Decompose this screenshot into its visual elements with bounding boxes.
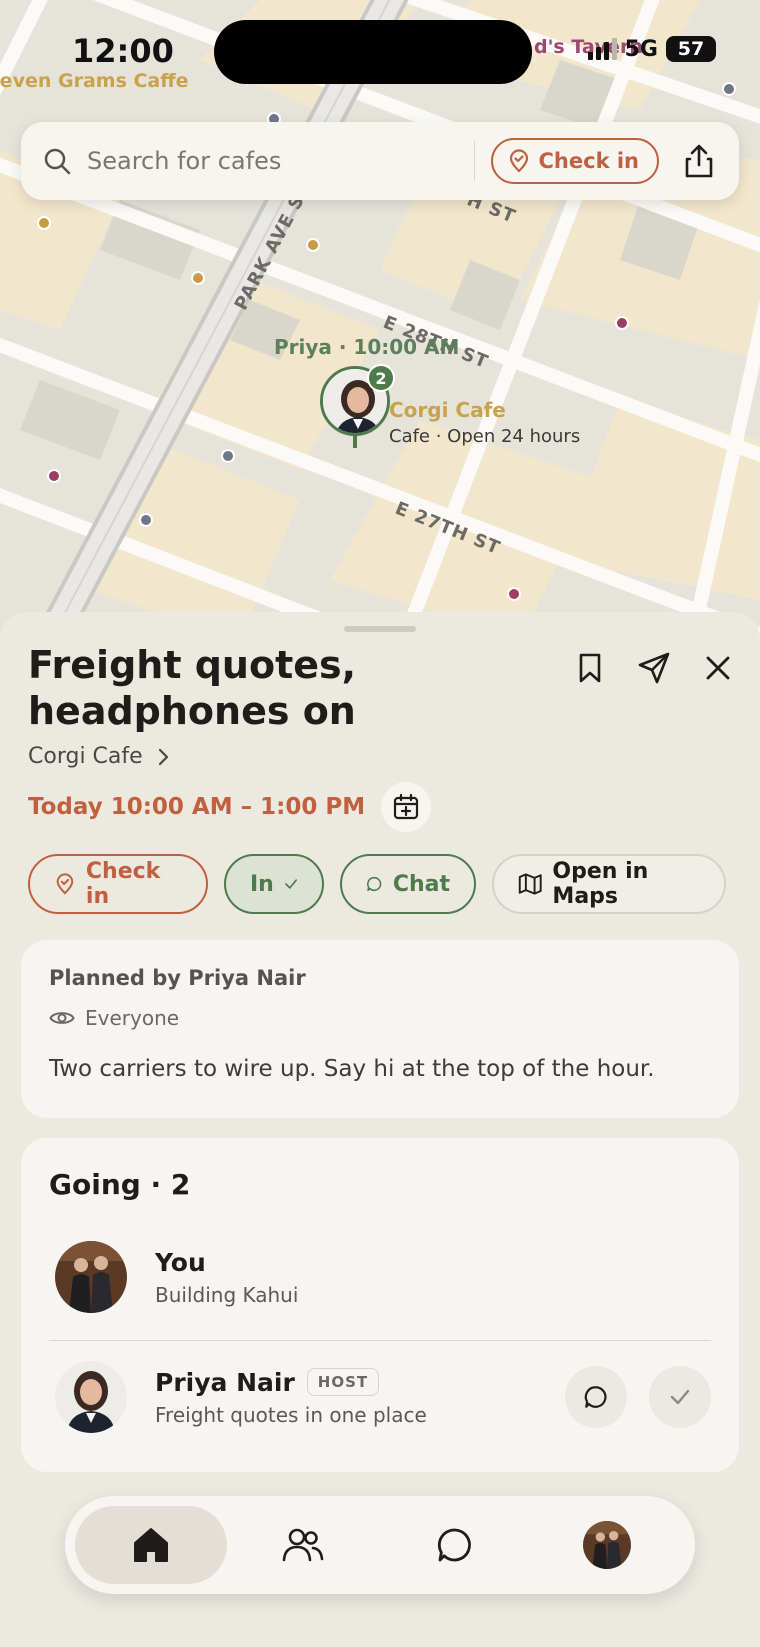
open-in-maps-button[interactable]: Open in Maps: [492, 854, 726, 914]
map-poi-dot[interactable]: [306, 238, 320, 252]
status-indicators: 5G 57: [587, 36, 716, 62]
map-poi-dot[interactable]: [191, 271, 205, 285]
event-time: Today 10:00 AM – 1:00 PM: [28, 794, 366, 820]
dynamic-island: [214, 20, 532, 84]
close-button[interactable]: [696, 646, 740, 690]
map-poi-dot[interactable]: [507, 587, 521, 601]
row-divider: [49, 1340, 711, 1341]
bookmark-icon: [579, 653, 601, 683]
host-badge: HOST: [306, 1368, 380, 1396]
poi-label-seven-grams[interactable]: Seven Grams Caffe: [0, 70, 189, 92]
map-poi-dot[interactable]: [139, 513, 153, 527]
battery-icon: 57: [666, 36, 716, 62]
plan-description: Two carriers to wire up. Say hi at the t…: [49, 1056, 655, 1082]
network-type: 5G: [624, 36, 658, 62]
visibility-label: Everyone: [85, 1006, 180, 1030]
chat-label: Chat: [392, 871, 450, 897]
map-poi-dot[interactable]: [722, 82, 736, 96]
map-poi-dot[interactable]: [37, 216, 51, 230]
search-checkin-label: Check in: [538, 149, 639, 173]
open-in-maps-label: Open in Maps: [552, 859, 649, 909]
map-view[interactable]: PARK AVE S E 28TH ST E 27TH ST H ST Seve…: [0, 0, 760, 640]
checkmark-icon: [284, 879, 297, 889]
share-button[interactable]: [677, 139, 721, 183]
attendee-name: You: [155, 1247, 206, 1277]
marker-label: Priya · 10:00 AM: [274, 335, 460, 359]
search-checkin-button[interactable]: Check in: [490, 138, 659, 184]
chat-bubble-icon: [584, 1386, 607, 1408]
going-card: Going · 2 You Building Kahui Priya Nair …: [21, 1138, 739, 1472]
map-cafe-meta: Cafe · Open 24 hours: [389, 426, 581, 447]
checkin-marker[interactable]: 2: [320, 364, 395, 448]
chat-button[interactable]: Chat: [340, 854, 476, 914]
tab-friends[interactable]: [227, 1506, 379, 1584]
add-to-calendar-button[interactable]: [381, 782, 432, 832]
planned-by: Planned by Priya Nair: [49, 966, 306, 990]
rsvp-in-button[interactable]: In: [224, 854, 324, 914]
attendee-name: Priya Nair: [155, 1367, 295, 1397]
rsvp-in-label: In: [250, 871, 274, 897]
chevron-right-icon: [158, 748, 168, 765]
search-bar: Check in: [21, 122, 739, 200]
location-check-icon: [56, 873, 74, 895]
host-confirm-button[interactable]: [649, 1366, 711, 1428]
event-sheet: Freight quotes, headphones on Corgi Cafe…: [0, 612, 760, 1647]
map-poi-dot[interactable]: [221, 449, 235, 463]
home-icon: [134, 1528, 168, 1562]
venue-link[interactable]: Corgi Cafe: [28, 744, 169, 769]
status-time: 12:00: [72, 32, 174, 70]
tab-home[interactable]: [75, 1506, 227, 1584]
map-poi-dot[interactable]: [615, 316, 629, 330]
friends-icon: [282, 1528, 324, 1562]
search-input[interactable]: [87, 147, 458, 175]
location-check-icon: [509, 149, 528, 173]
attendee-status: Freight quotes in one place: [155, 1402, 427, 1427]
checkin-button[interactable]: Check in: [28, 854, 208, 914]
event-time-row: Today 10:00 AM – 1:00 PM: [28, 782, 432, 832]
avatar: [55, 1361, 127, 1433]
tab-chat[interactable]: [379, 1506, 531, 1584]
tab-profile[interactable]: [531, 1506, 683, 1584]
calendar-add-icon: [393, 793, 419, 820]
marker-pin-tail: [353, 434, 357, 448]
search-divider: [473, 141, 475, 181]
venue-name: Corgi Cafe: [28, 744, 143, 769]
marker-count-badge: 2: [367, 364, 395, 392]
attendee-row[interactable]: You Building Kahui: [49, 1232, 711, 1322]
send-button[interactable]: [632, 646, 676, 690]
profile-avatar: [583, 1521, 631, 1569]
attendee-row[interactable]: Priya Nair HOST Freight quotes in one pl…: [49, 1352, 711, 1442]
event-title: Freight quotes, headphones on: [28, 643, 357, 733]
map-icon: [518, 873, 542, 895]
going-title: Going · 2: [49, 1168, 191, 1201]
chat-bubble-icon: [367, 876, 382, 892]
share-icon: [685, 144, 713, 178]
avatar: [55, 1241, 127, 1313]
close-icon: [706, 656, 730, 680]
search-icon: [44, 148, 71, 175]
map-cafe-name[interactable]: Corgi Cafe: [389, 398, 506, 422]
bookmark-button[interactable]: [568, 646, 612, 690]
message-host-button[interactable]: [565, 1366, 627, 1428]
tab-bar: [65, 1496, 695, 1594]
visibility-row: Everyone: [49, 1006, 179, 1030]
checkmark-icon: [670, 1389, 690, 1405]
attendee-status: Building Kahui: [155, 1282, 299, 1307]
checkin-label: Check in: [85, 859, 161, 909]
map-poi-dot[interactable]: [47, 469, 61, 483]
chat-icon: [437, 1528, 471, 1562]
sheet-handle[interactable]: [344, 626, 416, 632]
signal-icon: [587, 38, 617, 60]
action-row: Check in In Chat Open in Maps: [28, 854, 726, 914]
send-icon: [638, 652, 670, 684]
eye-icon: [49, 1012, 75, 1024]
plan-card: Planned by Priya Nair Everyone Two carri…: [21, 940, 739, 1118]
